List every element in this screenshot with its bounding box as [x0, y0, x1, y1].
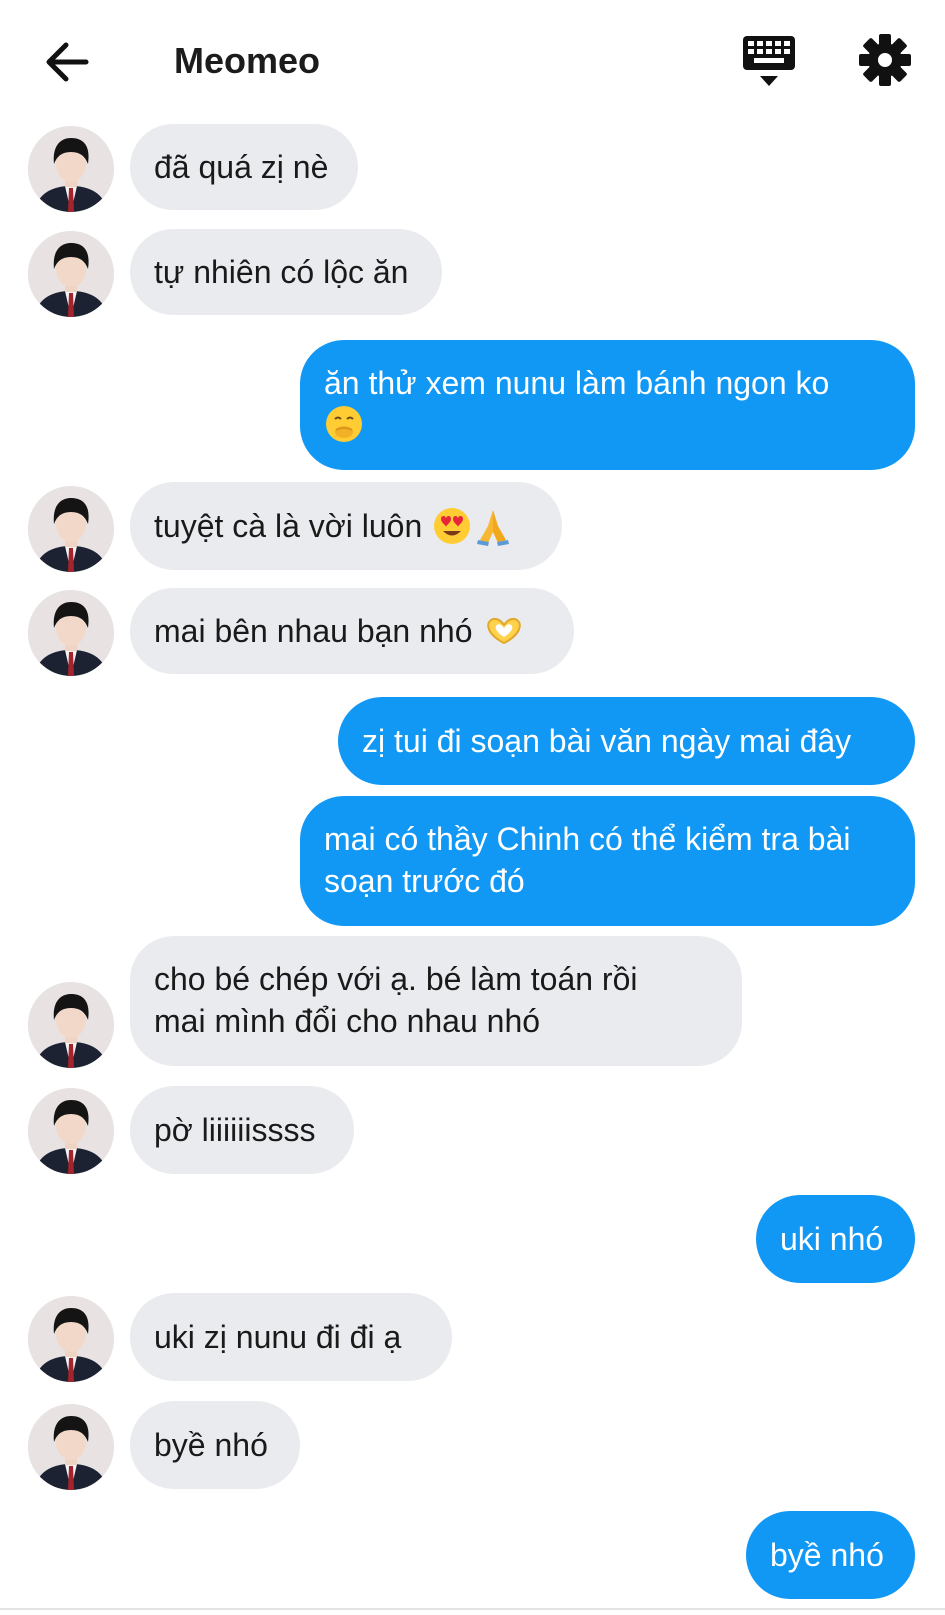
contact-avatar[interactable]	[28, 126, 114, 212]
arrow-left-icon	[46, 42, 89, 82]
message-bubble-outgoing[interactable]: byề nhó	[746, 1511, 915, 1599]
message-text: mai bên nhau bạn nhó	[154, 613, 473, 649]
contact-avatar[interactable]	[28, 486, 114, 572]
chat-title: Meomeo	[174, 40, 321, 81]
keyboard-button[interactable]	[740, 32, 798, 90]
back-button[interactable]	[40, 34, 96, 90]
message-text: mai có thầy Chinh có thể kiểm tra bài so…	[324, 821, 851, 899]
message-bubble-incoming[interactable]: mai bên nhau bạn nhó	[130, 588, 574, 674]
message-text: byề nhó	[770, 1537, 884, 1573]
heart-hands-emoji	[487, 617, 522, 645]
contact-avatar[interactable]	[28, 982, 114, 1068]
message-text: ăn thử xem nunu làm bánh ngon ko	[324, 365, 830, 401]
message-bubble-incoming[interactable]: tự nhiên có lộc ăn	[130, 229, 442, 315]
message-bubble-incoming[interactable]: pờ liiiiiissss	[130, 1086, 354, 1174]
message-bubble-outgoing[interactable]: ăn thử xem nunu làm bánh ngon ko	[300, 340, 915, 470]
message-text: đã quá zị nè	[154, 149, 329, 185]
contact-avatar[interactable]	[28, 231, 114, 317]
message-text: uki zị nunu đi đi ạ	[154, 1319, 402, 1355]
contact-avatar[interactable]	[28, 1088, 114, 1174]
heart-eyes-emoji	[434, 508, 471, 544]
message-text: tự nhiên có lộc ăn	[154, 254, 409, 290]
message-text: uki nhó	[780, 1221, 884, 1257]
message-text: zị tui đi soạn bài văn ngày mai đây	[362, 723, 852, 759]
message-text: tuyệt cà là vời luôn	[154, 508, 423, 544]
message-bubble-outgoing[interactable]: uki nhó	[756, 1195, 915, 1283]
contact-avatar[interactable]	[28, 1404, 114, 1490]
bottom-divider	[0, 1608, 945, 1610]
contact-avatar[interactable]	[28, 1296, 114, 1382]
message-bubble-outgoing[interactable]: mai có thầy Chinh có thể kiểm tra bài so…	[300, 796, 915, 926]
folded-hands-emoji	[477, 510, 510, 546]
hand-over-mouth-emoji	[326, 406, 362, 442]
message-bubble-incoming[interactable]: cho bé chép với ạ. bé làm toán rồi mai m…	[130, 936, 742, 1066]
message-bubble-incoming[interactable]: đã quá zị nè	[130, 124, 358, 210]
message-text: byề nhó	[154, 1427, 268, 1463]
contact-avatar[interactable]	[28, 590, 114, 676]
message-text: pờ liiiiiissss	[154, 1112, 316, 1148]
settings-button[interactable]	[857, 32, 913, 88]
message-bubble-outgoing[interactable]: zị tui đi soạn bài văn ngày mai đây	[338, 697, 915, 785]
keyboard-icon	[743, 36, 795, 86]
gear-icon	[859, 34, 911, 86]
message-bubble-incoming[interactable]: tuyệt cà là vời luôn	[130, 482, 562, 570]
message-text: cho bé chép với ạ. bé làm toán rồi mai m…	[154, 961, 638, 1039]
message-bubble-incoming[interactable]: uki zị nunu đi đi ạ	[130, 1293, 452, 1381]
chat-header: Meomeo	[0, 0, 945, 118]
message-bubble-incoming[interactable]: byề nhó	[130, 1401, 300, 1489]
